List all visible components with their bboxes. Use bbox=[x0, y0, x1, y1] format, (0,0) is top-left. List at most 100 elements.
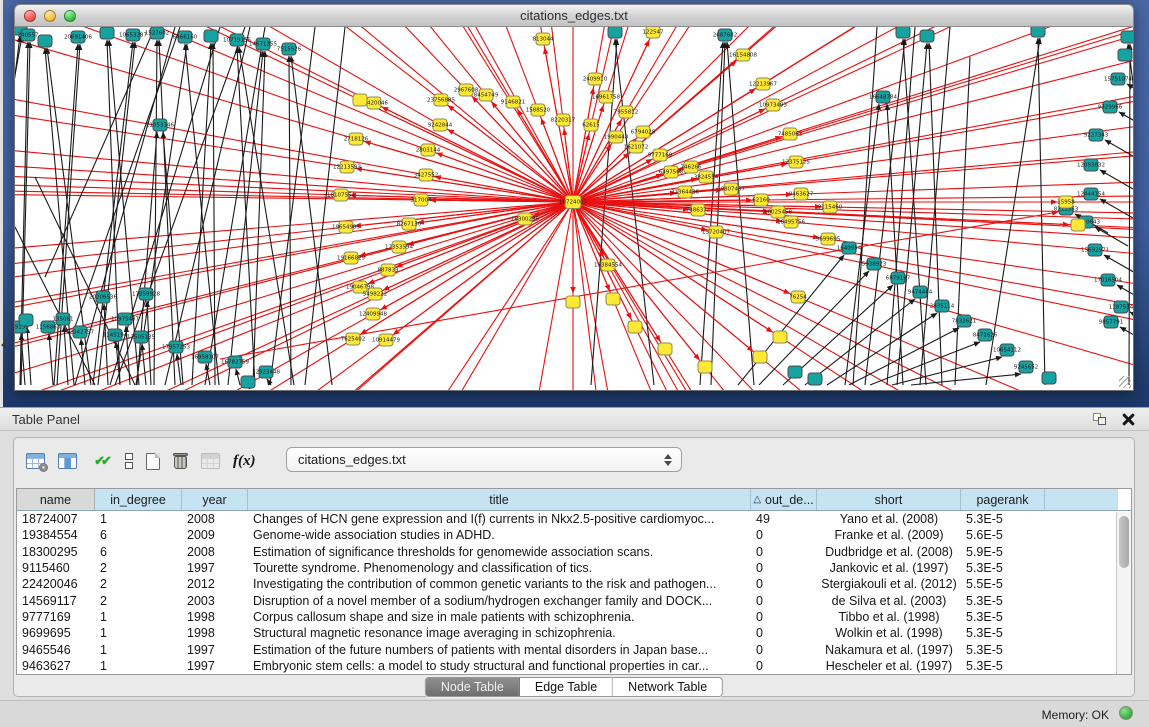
network-edge[interactable] bbox=[573, 77, 1133, 202]
window-resize-grip[interactable] bbox=[1119, 376, 1131, 388]
network-edge[interactable] bbox=[49, 334, 53, 385]
network-node[interactable] bbox=[628, 321, 642, 333]
table-cell[interactable]: 1998 bbox=[182, 625, 248, 641]
network-edge[interactable] bbox=[573, 202, 1133, 390]
table-cell[interactable]: 1997 bbox=[182, 658, 248, 674]
network-edge[interactable] bbox=[1104, 255, 1133, 274]
network-node[interactable] bbox=[1071, 219, 1085, 231]
network-edge[interactable] bbox=[20, 42, 28, 385]
network-node[interactable] bbox=[753, 351, 767, 363]
column-header-short[interactable]: short bbox=[817, 489, 961, 510]
network-node[interactable] bbox=[353, 94, 367, 106]
table-row[interactable]: 1938455462009Genome-wide association stu… bbox=[17, 527, 1131, 543]
table-cell[interactable]: 2 bbox=[95, 576, 182, 592]
table-cell[interactable]: 5.9E-5 bbox=[961, 544, 1045, 560]
table-cell[interactable]: 2003 bbox=[182, 592, 248, 608]
table-cell[interactable]: Stergiakouli et al. (2012) bbox=[817, 576, 961, 592]
table-cell[interactable]: 5.6E-5 bbox=[961, 527, 1045, 543]
network-edge[interactable] bbox=[573, 202, 1133, 390]
table-cell[interactable]: 0 bbox=[751, 592, 817, 608]
network-node[interactable] bbox=[1121, 31, 1133, 43]
table-cell[interactable]: 2 bbox=[95, 560, 182, 576]
table-cell[interactable]: 5.3E-5 bbox=[961, 560, 1045, 576]
network-edge[interactable] bbox=[892, 357, 1002, 385]
network-edge[interactable] bbox=[142, 344, 146, 385]
table-cell[interactable]: 1 bbox=[95, 609, 182, 625]
table-cell[interactable]: 5.3E-5 bbox=[961, 592, 1045, 608]
table-cell[interactable]: 18724007 bbox=[17, 511, 95, 527]
table-row[interactable]: 977716911998Corpus callosum shape and si… bbox=[17, 609, 1131, 625]
vertical-scrollbar[interactable] bbox=[1116, 512, 1131, 675]
memory-ok-icon[interactable] bbox=[1119, 706, 1133, 720]
table-cell[interactable]: 0 bbox=[751, 658, 817, 674]
table-cell[interactable]: 1 bbox=[95, 641, 182, 657]
batch-select-icon[interactable]: ✔✔ bbox=[90, 448, 112, 474]
table-settings-icon[interactable] bbox=[26, 448, 45, 474]
network-node[interactable] bbox=[204, 30, 218, 42]
table-row[interactable]: 946554611997Estimation of the future num… bbox=[17, 641, 1131, 657]
table-cell[interactable]: 18300295 bbox=[17, 544, 95, 560]
network-edge[interactable] bbox=[573, 202, 1133, 390]
table-cell[interactable]: 2009 bbox=[182, 527, 248, 543]
network-node[interactable] bbox=[19, 314, 33, 326]
network-edge[interactable] bbox=[147, 301, 151, 385]
network-edge[interactable] bbox=[253, 51, 265, 385]
network-edge[interactable] bbox=[21, 42, 30, 385]
table-cell[interactable]: 5.5E-5 bbox=[961, 576, 1045, 592]
network-node[interactable] bbox=[1042, 372, 1056, 384]
table-cell[interactable]: Wolkin et al. (1998) bbox=[817, 625, 961, 641]
network-edge[interactable] bbox=[573, 202, 1133, 390]
table-cell[interactable]: 14569117 bbox=[17, 592, 95, 608]
network-node[interactable] bbox=[1031, 27, 1045, 37]
network-edge[interactable] bbox=[573, 134, 589, 202]
network-node[interactable] bbox=[241, 376, 255, 388]
table-cell[interactable]: Tibbo et al. (1998) bbox=[817, 609, 961, 625]
network-edge[interactable] bbox=[270, 27, 315, 385]
table-row[interactable]: 969969511998Structural magnetic resonanc… bbox=[17, 625, 1131, 641]
network-node[interactable] bbox=[788, 366, 802, 378]
table-cell[interactable]: Nakamura et al. (1997) bbox=[817, 641, 961, 657]
network-edge[interactable] bbox=[239, 47, 294, 385]
tab-node-table[interactable]: Node Table bbox=[426, 678, 520, 696]
network-edge[interactable] bbox=[573, 202, 1133, 390]
network-node[interactable] bbox=[773, 331, 787, 343]
network-edge[interactable] bbox=[573, 202, 1133, 330]
network-node[interactable] bbox=[100, 27, 114, 39]
table-cell[interactable]: 5.3E-5 bbox=[961, 511, 1045, 527]
network-table-selector[interactable]: citations_edges.txt bbox=[286, 447, 682, 472]
network-edge[interactable] bbox=[573, 202, 1133, 390]
table-cell[interactable]: 1998 bbox=[182, 609, 248, 625]
table-cell[interactable]: 9699695 bbox=[17, 625, 95, 641]
table-cell[interactable]: 1997 bbox=[182, 560, 248, 576]
function-builder-icon[interactable]: f(x) bbox=[233, 448, 256, 474]
network-edge[interactable] bbox=[236, 369, 240, 385]
network-canvas[interactable]: 2405572069140610653287152760264661601071… bbox=[14, 27, 1134, 391]
network-edge[interactable] bbox=[573, 202, 1133, 390]
network-node[interactable] bbox=[808, 373, 822, 385]
network-edge[interactable] bbox=[711, 42, 725, 385]
table-cell[interactable]: 1997 bbox=[182, 641, 248, 657]
panel-collapse-arrow-icon[interactable] bbox=[1, 341, 6, 349]
network-window[interactable]: citations_edges.txt 24055720691406106532… bbox=[14, 4, 1134, 391]
column-header-in_degree[interactable]: in_degree bbox=[95, 489, 182, 510]
table-cell[interactable]: 5.3E-5 bbox=[961, 658, 1045, 674]
table-cell[interactable]: 2012 bbox=[182, 576, 248, 592]
network-edge[interactable] bbox=[154, 40, 157, 385]
network-edge[interactable] bbox=[1130, 312, 1133, 331]
column-header-out_de[interactable]: △out_de... bbox=[751, 489, 817, 510]
network-edge[interactable] bbox=[573, 82, 1133, 202]
network-edge[interactable] bbox=[573, 202, 1133, 390]
node-table[interactable]: namein_degreeyeartitle△out_de...shortpag… bbox=[16, 488, 1132, 675]
table-cell[interactable]: 22420046 bbox=[17, 576, 95, 592]
table-cell[interactable]: 49 bbox=[751, 511, 817, 527]
table-cell[interactable]: 1 bbox=[95, 658, 182, 674]
table-cell[interactable]: Investigating the contribution of common… bbox=[248, 576, 751, 592]
network-edge[interactable] bbox=[573, 202, 1133, 270]
table-row[interactable]: 946362711997Embryonic stem cells: a mode… bbox=[17, 658, 1131, 674]
network-node[interactable] bbox=[38, 35, 52, 47]
network-node[interactable] bbox=[566, 296, 580, 308]
table-cell[interactable]: 5.3E-5 bbox=[961, 609, 1045, 625]
table-cell[interactable]: 2 bbox=[95, 592, 182, 608]
network-edge[interactable] bbox=[573, 202, 1133, 390]
table-cell[interactable]: 0 bbox=[751, 576, 817, 592]
